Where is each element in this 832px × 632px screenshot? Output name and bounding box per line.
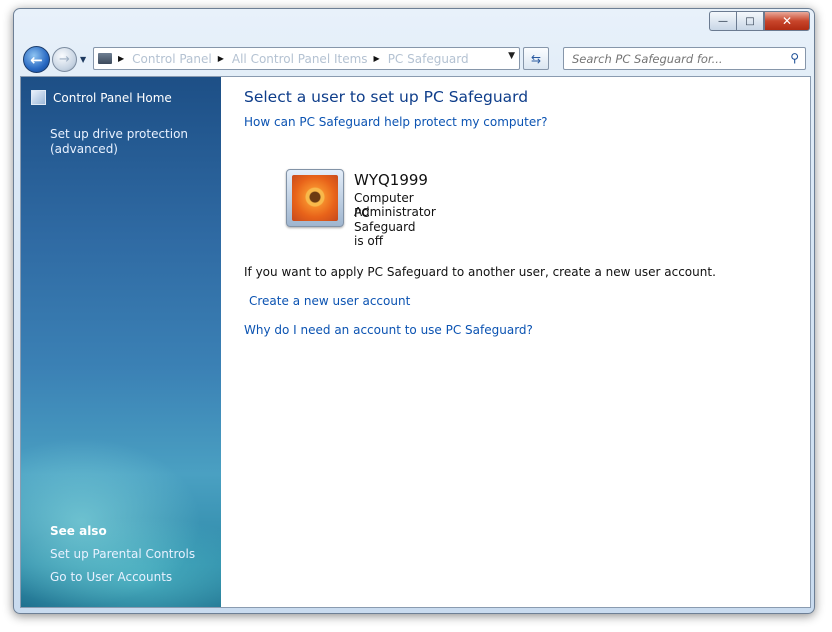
refresh-icon: ⇆ <box>530 51 542 66</box>
address-bar[interactable]: ▶ Control Panel ▶ All Control Panel Item… <box>93 47 520 70</box>
caption-buttons: — □ ✕ <box>709 11 810 31</box>
breadcrumb-control-panel[interactable]: Control Panel <box>132 52 212 66</box>
user-name[interactable]: WYQ1999 <box>354 171 428 189</box>
sidebar-item-parental-controls[interactable]: Set up Parental Controls <box>50 547 195 562</box>
search-input[interactable] <box>570 50 784 67</box>
info-text: If you want to apply PC Safeguard to ano… <box>244 265 716 279</box>
recent-pages-dropdown[interactable]: ▼ <box>80 55 86 64</box>
control-panel-icon <box>31 90 46 105</box>
chevron-right-icon[interactable]: ▶ <box>118 54 124 63</box>
sidebar-item-drive-protection[interactable]: Set up drive protection (advanced) <box>50 127 210 157</box>
why-account-link[interactable]: Why do I need an account to use PC Safeg… <box>244 323 644 337</box>
user-status: PC Safeguard is off <box>354 206 416 248</box>
maximize-button[interactable]: □ <box>736 11 764 31</box>
chevron-right-icon[interactable]: ▶ <box>218 54 224 63</box>
back-arrow-icon: ← <box>30 50 43 69</box>
forward-arrow-icon: → <box>59 52 70 67</box>
sidebar: Control Panel Home Set up drive protecti… <box>21 77 221 607</box>
back-button[interactable]: ← <box>23 46 50 73</box>
sidebar-item-control-panel-home[interactable]: Control Panel Home <box>31 90 172 105</box>
breadcrumb-all-items[interactable]: All Control Panel Items <box>232 52 368 66</box>
create-account-link[interactable]: Create a new user account <box>249 294 549 308</box>
chevron-right-icon[interactable]: ▶ <box>374 54 380 63</box>
breadcrumb-pc-safeguard[interactable]: PC Safeguard <box>388 52 469 66</box>
magnifier-icon[interactable]: ⚲ <box>790 51 799 65</box>
sidebar-home-label: Control Panel Home <box>53 90 172 105</box>
page-title: Select a user to set up PC Safeguard <box>244 88 529 106</box>
refresh-button[interactable]: ⇆ <box>523 47 549 70</box>
search-box[interactable]: ⚲ <box>563 47 806 70</box>
see-also-heading: See also <box>50 524 107 538</box>
forward-button[interactable]: → <box>52 47 77 72</box>
help-link[interactable]: How can PC Safeguard help protect my com… <box>244 115 764 129</box>
close-button[interactable]: ✕ <box>764 11 810 31</box>
content-area: Control Panel Home Set up drive protecti… <box>20 76 811 608</box>
sidebar-item-user-accounts[interactable]: Go to User Accounts <box>50 570 172 585</box>
minimize-button[interactable]: — <box>709 11 736 31</box>
flower-avatar-icon <box>292 175 338 221</box>
computer-icon <box>98 53 112 64</box>
user-tile[interactable] <box>286 169 344 227</box>
address-dropdown-icon[interactable]: ▼ <box>508 51 515 61</box>
window-frame: — □ ✕ ← → ▼ ▶ Control Panel ▶ All Contro… <box>13 8 815 614</box>
